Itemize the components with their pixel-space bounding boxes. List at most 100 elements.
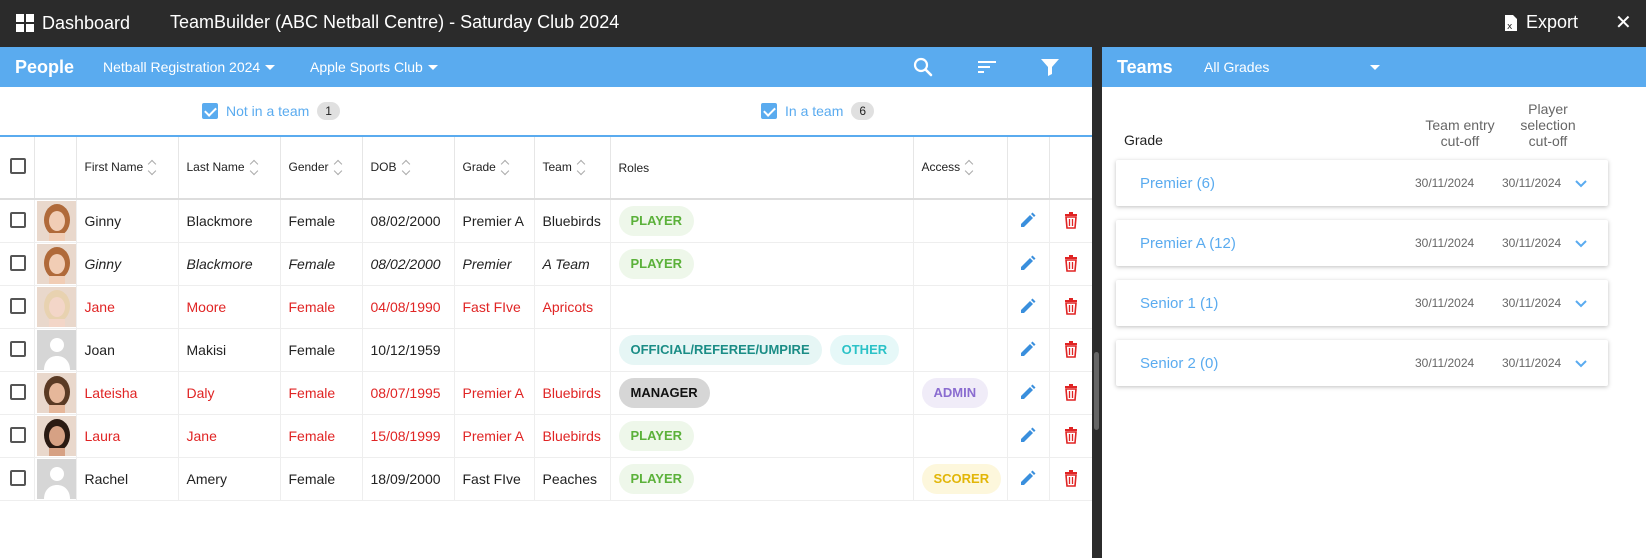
grade-card[interactable]: Premier (6) 30/11/2024 30/11/2024 xyxy=(1116,160,1608,206)
col-gender[interactable]: Gender xyxy=(280,137,363,200)
col-team[interactable]: Team xyxy=(534,137,611,200)
chevron-down-icon[interactable] xyxy=(1574,236,1588,250)
registration-dropdown[interactable]: Netball Registration 2024 xyxy=(103,59,276,75)
delete-button[interactable] xyxy=(1049,414,1093,458)
sort-arrows-icon[interactable] xyxy=(966,160,976,176)
selection-cutoff-date: 30/11/2024 xyxy=(1502,176,1562,190)
last-name-cell: Moore xyxy=(178,285,281,329)
table-row[interactable]: Rachel Amery Female 18/09/2000 Fast FIve… xyxy=(0,457,1093,501)
row-select-cell xyxy=(0,242,35,286)
sort-icon[interactable] xyxy=(976,56,998,83)
not-in-team-filter[interactable]: Not in a team 1 xyxy=(202,102,340,120)
row-checkbox[interactable] xyxy=(10,211,26,228)
col-grade[interactable]: Grade xyxy=(454,137,535,200)
avatar xyxy=(34,285,77,329)
entry-cutoff-date: 30/11/2024 xyxy=(1415,176,1475,190)
grade-card[interactable]: Senior 1 (1) 30/11/2024 30/11/2024 xyxy=(1116,280,1608,326)
delete-button[interactable] xyxy=(1049,371,1093,415)
edit-button[interactable] xyxy=(1007,285,1050,329)
excel-file-icon: x xyxy=(1505,14,1517,32)
table-row[interactable]: Lateisha Daly Female 08/07/1995 Premier … xyxy=(0,371,1093,415)
gender-cell: Female xyxy=(280,285,363,329)
grade-cell: Fast FIve xyxy=(454,457,535,501)
team-cell: A Team xyxy=(534,242,611,286)
close-icon[interactable]: ✕ xyxy=(1615,10,1632,35)
row-checkbox[interactable] xyxy=(10,340,26,357)
edit-button[interactable] xyxy=(1007,242,1050,286)
edit-button[interactable] xyxy=(1007,199,1050,243)
row-checkbox[interactable] xyxy=(10,297,26,314)
delete-button[interactable] xyxy=(1049,285,1093,329)
roles-cell xyxy=(610,285,914,329)
selection-cutoff-date: 30/11/2024 xyxy=(1502,236,1562,250)
first-name-cell: Lateisha xyxy=(76,371,179,415)
col-last-name[interactable]: Last Name xyxy=(178,137,281,200)
delete-button[interactable] xyxy=(1049,328,1093,372)
delete-button[interactable] xyxy=(1049,457,1093,501)
teams-title: Teams xyxy=(1117,57,1173,77)
checkbox-checked[interactable] xyxy=(761,103,777,119)
dashboard-button[interactable]: Dashboard xyxy=(16,11,130,35)
grade-name[interactable]: Senior 2 (0) xyxy=(1140,355,1218,372)
grade-name[interactable]: Premier (6) xyxy=(1140,175,1215,192)
col-dob[interactable]: DOB xyxy=(362,137,455,200)
col-first-name[interactable]: First Name xyxy=(76,137,179,200)
trash-icon xyxy=(1064,469,1077,487)
grade-name[interactable]: Senior 1 (1) xyxy=(1140,295,1218,312)
caret-down-icon xyxy=(1370,64,1380,70)
scrollbar-thumb[interactable] xyxy=(1094,352,1099,430)
checkbox-checked[interactable] xyxy=(202,103,218,119)
access-cell xyxy=(913,328,1008,372)
select-all-checkbox[interactable] xyxy=(10,158,26,174)
delete-button[interactable] xyxy=(1049,199,1093,243)
pencil-icon xyxy=(1021,212,1036,227)
edit-button[interactable] xyxy=(1007,371,1050,415)
chevron-down-icon[interactable] xyxy=(1574,356,1588,370)
chevron-down-icon[interactable] xyxy=(1574,296,1588,310)
row-select-cell xyxy=(0,285,35,329)
table-row[interactable]: Joan Makisi Female 10/12/1959 OFFICIAL/R… xyxy=(0,328,1093,372)
edit-header xyxy=(1007,137,1050,200)
grade-filter-dropdown[interactable]: All Grades xyxy=(1204,59,1380,75)
in-team-count: 6 xyxy=(851,102,875,120)
row-checkbox[interactable] xyxy=(10,383,26,400)
entry-cutoff-label: Team entry cut-off xyxy=(1425,117,1495,149)
table-row[interactable]: Jane Moore Female 04/08/1990 Fast FIve A… xyxy=(0,285,1093,329)
gender-cell: Female xyxy=(280,242,363,286)
delete-button[interactable] xyxy=(1049,242,1093,286)
panel-splitter[interactable] xyxy=(1092,47,1102,558)
sort-arrows-icon[interactable] xyxy=(502,160,512,176)
team-cell: Apricots xyxy=(534,285,611,329)
edit-button[interactable] xyxy=(1007,414,1050,458)
row-checkbox[interactable] xyxy=(10,469,26,486)
row-checkbox[interactable] xyxy=(10,254,26,271)
grade-card[interactable]: Premier A (12) 30/11/2024 30/11/2024 xyxy=(1116,220,1608,266)
table-row[interactable]: Laura Jane Female 15/08/1999 Premier A B… xyxy=(0,414,1093,458)
col-access[interactable]: Access xyxy=(913,137,1008,200)
row-checkbox[interactable] xyxy=(10,426,26,443)
grade-name[interactable]: Premier A (12) xyxy=(1140,235,1236,252)
grade-card[interactable]: Senior 2 (0) 30/11/2024 30/11/2024 xyxy=(1116,340,1608,386)
avatar xyxy=(34,328,77,372)
export-button[interactable]: x Export xyxy=(1504,12,1578,33)
sort-arrows-icon[interactable] xyxy=(149,160,159,176)
edit-button[interactable] xyxy=(1007,457,1050,501)
sort-arrows-icon[interactable] xyxy=(403,160,413,176)
grade-cell: Premier A xyxy=(454,199,535,243)
sort-arrows-icon[interactable] xyxy=(335,160,345,176)
not-in-team-label: Not in a team xyxy=(226,103,310,119)
search-icon[interactable] xyxy=(912,56,934,83)
table-row[interactable]: Ginny Blackmore Female 08/02/2000 Premie… xyxy=(0,242,1093,286)
edit-button[interactable] xyxy=(1007,328,1050,372)
sort-arrows-icon[interactable] xyxy=(251,160,261,176)
chevron-down-icon[interactable] xyxy=(1574,176,1588,190)
in-team-filter[interactable]: In a team 6 xyxy=(761,102,875,120)
table-row[interactable]: Ginny Blackmore Female 08/02/2000 Premie… xyxy=(0,199,1093,243)
filter-icon[interactable] xyxy=(1039,56,1061,83)
club-dropdown[interactable]: Apple Sports Club xyxy=(310,59,438,75)
pencil-icon xyxy=(1021,341,1036,356)
first-name-cell: Rachel xyxy=(76,457,179,501)
sort-arrows-icon[interactable] xyxy=(578,160,588,176)
access-chip: ADMIN xyxy=(921,378,989,408)
access-cell xyxy=(913,285,1008,329)
